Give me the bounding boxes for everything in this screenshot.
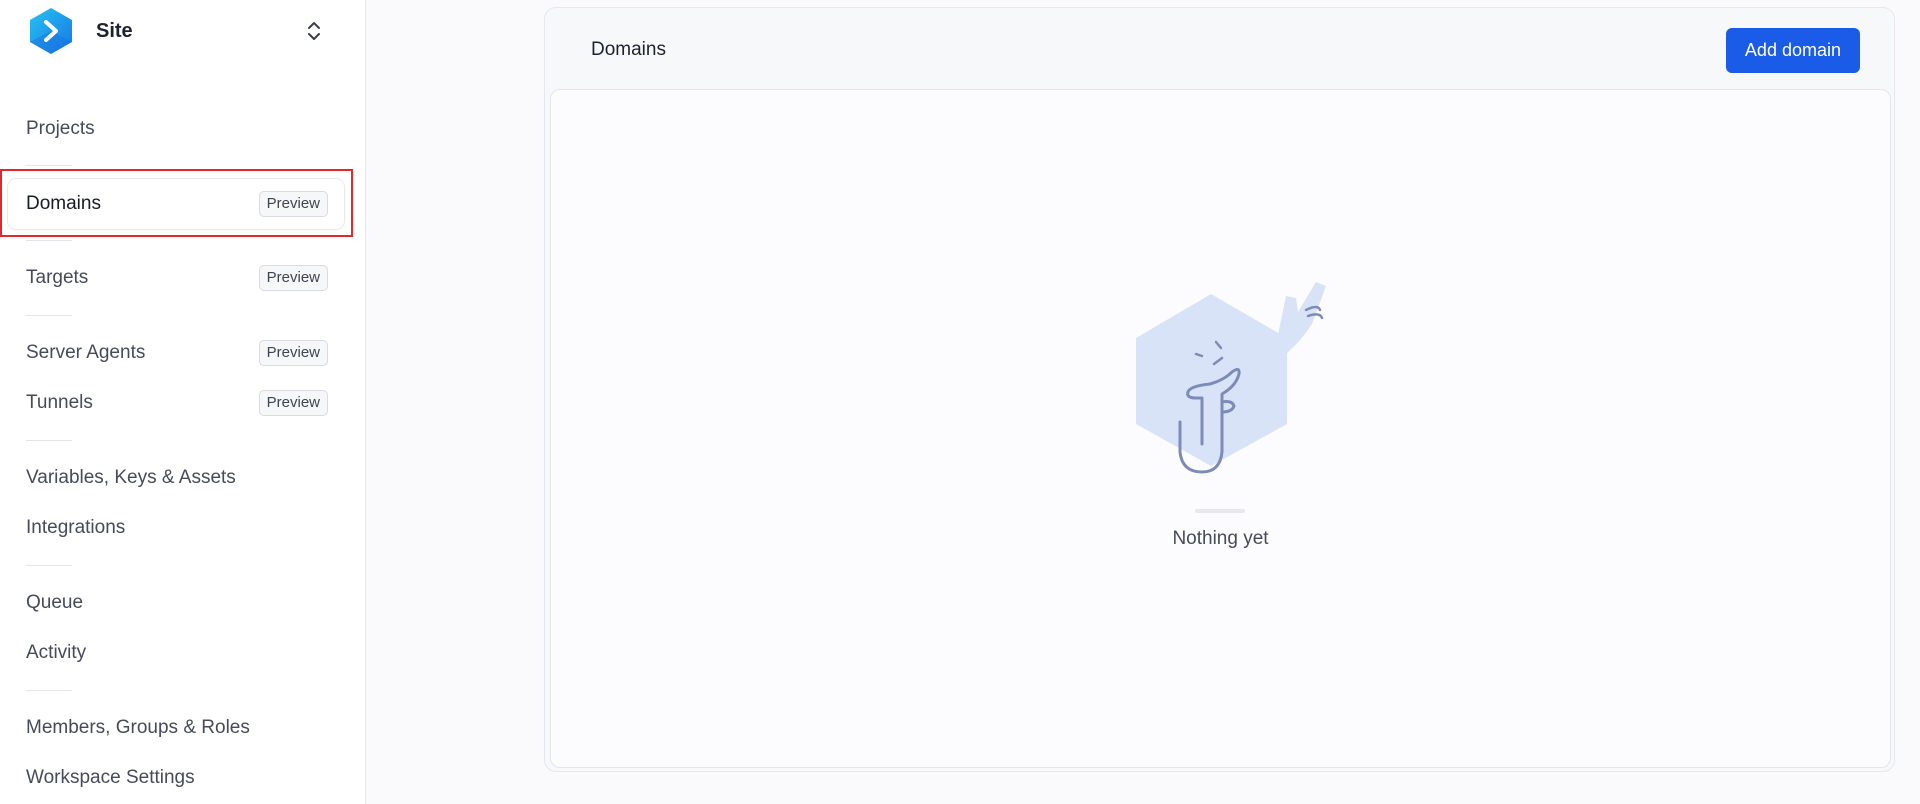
empty-state-divider [1195,509,1245,513]
sidebar-item-integrations[interactable]: Integrations [8,503,344,553]
sidebar-divider [26,165,72,166]
sidebar-item-label: Members, Groups & Roles [26,717,250,738]
sidebar-item-label: Workspace Settings [26,767,195,788]
sidebar-divider [26,690,72,691]
empty-state-text: Nothing yet [1172,528,1269,549]
workspace-name: Site [96,19,133,42]
sidebar-item-tunnels[interactable]: Tunnels Preview [8,378,344,428]
sidebar: Site Projects Domains Preview Targets Pr… [0,0,366,804]
sidebar-item-activity[interactable]: Activity [8,628,344,678]
page-title: Domains [591,39,666,60]
hexagon-chevron-logo [26,6,76,56]
sidebar-item-domains[interactable]: Domains Preview [8,179,344,229]
add-domain-button[interactable]: Add domain [1725,28,1860,73]
sidebar-item-projects[interactable]: Projects [8,104,344,154]
sidebar-divider [26,315,72,316]
sidebar-item-label: Targets [26,267,89,288]
sidebar-divider [26,440,72,441]
sidebar-item-workspace-settings[interactable]: Workspace Settings [8,753,344,803]
sidebar-item-server-agents[interactable]: Server Agents Preview [8,328,344,378]
empty-state: Nothing yet [551,90,1890,767]
preview-badge: Preview [258,265,328,291]
sidebar-item-label: Tunnels [26,392,93,413]
sidebar-item-label: Integrations [26,517,126,538]
sidebar-item-variables-keys-assets[interactable]: Variables, Keys & Assets [8,453,344,503]
sidebar-item-targets[interactable]: Targets Preview [8,253,344,303]
domains-panel: Domains Add domain Nothing yet [544,7,1895,772]
sidebar-item-label: Server Agents [26,342,146,363]
sidebar-item-queue[interactable]: Queue [8,578,344,628]
domains-list: Nothing yet [550,89,1891,768]
sidebar-item-label: Domains [26,193,101,214]
chevron-up-down-icon[interactable] [302,19,326,43]
thinking-hexagon-illustration [1136,282,1326,474]
sidebar-divider [26,565,72,566]
sidebar-item-label: Variables, Keys & Assets [26,467,236,488]
sidebar-item-members-groups-roles[interactable]: Members, Groups & Roles [8,703,344,753]
sidebar-divider [26,240,72,241]
sidebar-item-label: Activity [26,642,87,663]
preview-badge: Preview [258,340,328,366]
preview-badge: Preview [258,390,328,416]
panel-header: Domains Add domain [545,8,1894,90]
preview-badge: Preview [258,191,328,217]
sidebar-item-label: Projects [26,118,95,139]
sidebar-item-label: Queue [26,592,84,613]
workspace-switcher[interactable]: Site [26,6,336,56]
